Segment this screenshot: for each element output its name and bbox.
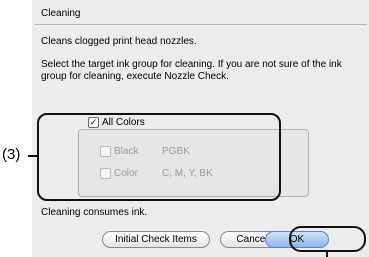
callout-label: (3) [2, 146, 21, 163]
callout-leader-line [326, 251, 328, 257]
dialog-description: Cleans clogged print head nozzles. [41, 36, 197, 47]
dialog-title: Cleaning [41, 8, 81, 19]
callout-leader-line [28, 155, 38, 157]
cleaning-note: Cleaning consumes ink. [41, 207, 148, 218]
callout-highlight-group [37, 113, 281, 201]
callout-highlight-ok [289, 226, 366, 252]
title-separator [34, 24, 367, 25]
initial-check-items-button[interactable]: Initial Check Items [102, 231, 210, 248]
dialog-instruction: Select the target ink group for cleaning… [41, 59, 342, 82]
